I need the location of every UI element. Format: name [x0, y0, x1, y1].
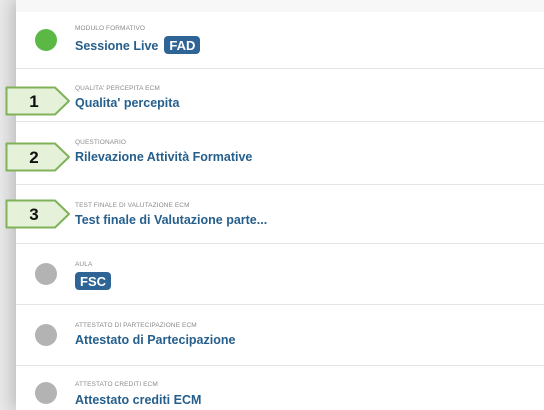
step-1-number: 1 [29, 92, 38, 111]
panel-top-strip [16, 0, 544, 12]
pending-status-icon [35, 263, 57, 285]
activity-title[interactable]: Attestato di Partecipazione [75, 333, 235, 347]
step-1-callout: 1 [5, 86, 70, 116]
activity-title[interactable]: Attestato crediti ECM [75, 393, 201, 407]
activity-item-aula[interactable]: AULA FSC [16, 244, 544, 304]
activity-title[interactable]: Rilevazione Attività Formative [75, 150, 252, 164]
pending-status-icon [35, 324, 57, 346]
activity-category: TEST FINALE DI VALUTAZIONE ECM [75, 202, 190, 209]
step-2-number: 2 [29, 148, 38, 167]
activity-item-test-finale[interactable]: TEST FINALE DI VALUTAZIONE ECM Test fina… [16, 185, 544, 243]
course-activity-panel: MODULO FORMATIVO Sessione Live FAD QUALIT… [16, 0, 544, 410]
activity-title[interactable]: Qualita' percepita [75, 96, 179, 110]
step-3-number: 3 [29, 205, 38, 224]
activity-category: ATTESTATO DI PARTECIPAZIONE ECM [75, 322, 197, 329]
fad-badge: FAD [164, 36, 201, 54]
step-2-callout: 2 [5, 142, 70, 172]
activity-category: QUESTIONARIO [75, 139, 127, 146]
activity-category: ATTESTATO CREDITI ECM [75, 381, 158, 388]
activity-title[interactable]: Test finale di Valutazione parte... [75, 213, 267, 227]
activity-category: AULA [75, 261, 93, 268]
activity-title-text[interactable]: Sessione Live [75, 39, 158, 53]
activity-item-sessione-live[interactable]: MODULO FORMATIVO Sessione Live FAD [16, 13, 544, 68]
activity-item-attestato-partecipazione[interactable]: ATTESTATO DI PARTECIPAZIONE ECM Attestat… [16, 305, 544, 365]
pending-status-icon [35, 382, 57, 404]
fsc-badge[interactable]: FSC [75, 272, 111, 290]
activity-item-qualita-percepita[interactable]: QUALITA' PERCEPITA ECM Qualita' percepit… [16, 69, 544, 121]
step-3-callout: 3 [5, 199, 70, 229]
activity-category: MODULO FORMATIVO [75, 25, 146, 32]
activity-item-attestato-crediti[interactable]: ATTESTATO CREDITI ECM Attestato crediti … [16, 366, 544, 410]
activity-category: QUALITA' PERCEPITA ECM [75, 85, 160, 92]
activity-item-questionario[interactable]: QUESTIONARIO Rilevazione Attività Format… [16, 122, 544, 184]
activity-title[interactable]: Sessione Live FAD [75, 36, 201, 54]
completed-status-icon [35, 29, 57, 51]
